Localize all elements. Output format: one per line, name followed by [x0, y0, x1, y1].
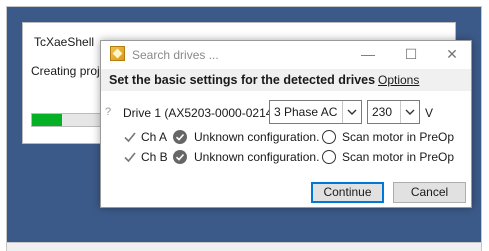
bottom-strip [6, 243, 482, 251]
header-title: Set the basic settings for the detected … [109, 73, 376, 87]
check-circle-icon [173, 130, 187, 144]
voltage-select-value: 230 [372, 105, 393, 119]
search-drives-dialog: Search drives ... — ☐ ✕ Set the basic se… [100, 40, 472, 208]
channel-row-a: Ch A Unknown configuration. Scan motor i… [101, 129, 471, 145]
channel-status: Unknown configuration. [194, 150, 320, 164]
dialog-title: Search drives ... [132, 48, 219, 62]
check-circle-icon [173, 150, 187, 164]
drive-label: Drive 1 (AX5203-0000-0214) [123, 106, 277, 120]
channel-label: Ch B [141, 150, 168, 164]
chevron-down-icon[interactable] [342, 101, 361, 123]
progress-fill [32, 114, 63, 126]
dialog-header: Set the basic settings for the detected … [101, 69, 471, 91]
continue-button[interactable]: Continue [311, 182, 384, 203]
phase-select[interactable]: 3 Phase AC [269, 100, 362, 124]
check-icon [124, 152, 136, 163]
channel-row-b: Ch B Unknown configuration. Scan motor i… [101, 149, 471, 165]
app-icon [110, 46, 125, 61]
voltage-unit: V [425, 106, 434, 120]
chevron-down-icon[interactable] [400, 101, 419, 123]
background-window-message: Creating proje [31, 64, 107, 78]
help-icon[interactable]: ? [105, 106, 111, 118]
close-button[interactable]: ✕ [437, 43, 467, 65]
background-window-title: TcXaeShell [34, 35, 95, 49]
options-link[interactable]: Options [378, 73, 419, 87]
maximize-button[interactable]: ☐ [396, 43, 426, 65]
cancel-button[interactable]: Cancel [393, 182, 466, 203]
channel-label: Ch A [141, 130, 168, 144]
scan-motor-radio[interactable] [322, 150, 336, 164]
minimize-button[interactable]: — [353, 43, 383, 65]
check-icon [124, 132, 136, 143]
dialog-titlebar[interactable]: Search drives ... — ☐ ✕ [101, 41, 471, 69]
phase-select-value: 3 Phase AC [274, 105, 338, 119]
scan-motor-radio[interactable] [322, 130, 336, 144]
scan-motor-label[interactable]: Scan motor in PreOp [342, 130, 454, 144]
voltage-select[interactable]: 230 [367, 100, 420, 124]
channel-status: Unknown configuration. [194, 130, 320, 144]
scan-motor-label[interactable]: Scan motor in PreOp [342, 150, 454, 164]
